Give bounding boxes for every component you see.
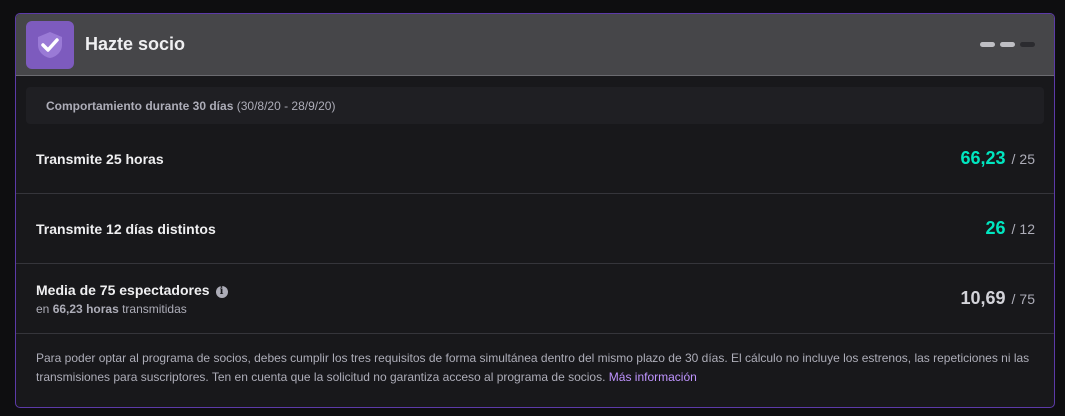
requirement-label: Media de 75 espectadores	[36, 281, 210, 298]
requirement-row-hours: Transmite 25 horas 66,23 / 25	[16, 124, 1054, 194]
value-separator: /	[1011, 291, 1016, 307]
info-icon[interactable]: i	[215, 285, 228, 298]
requirement-progress: 26 / 12	[986, 218, 1036, 239]
disclaimer-body: Para poder optar al programa de socios, …	[36, 351, 1030, 384]
subtext-hours: 66,23 horas	[52, 301, 119, 316]
requirement-label-wrap: Media de 75 espectadores i	[36, 282, 228, 298]
card-title: Hazte socio	[85, 34, 186, 54]
value-separator: /	[1011, 151, 1016, 167]
period-banner: Comportamiento durante 30 días (30/8/20 …	[26, 87, 1044, 124]
requirement-target-value: 75	[1019, 291, 1035, 307]
more-info-link[interactable]: Más información	[609, 370, 697, 384]
requirement-text: Media de 75 espectadores i en 66,23 horas…	[36, 282, 228, 316]
period-label: Comportamiento durante 30 días	[46, 98, 234, 113]
requirement-current-value: 26	[985, 218, 1006, 238]
check-shield-icon	[26, 20, 74, 69]
requirement-label: Transmite 12 días distintos	[36, 220, 216, 237]
progress-step-incomplete	[1020, 42, 1035, 47]
requirement-target-value: 25	[1019, 151, 1035, 167]
disclaimer-text: Para poder optar al programa de socios, …	[16, 334, 1054, 387]
requirement-target-value: 12	[1019, 221, 1035, 237]
subtext-suffix: transmitidas	[122, 301, 187, 316]
requirement-row-viewers: Media de 75 espectadores i en 66,23 horas…	[16, 264, 1054, 334]
partner-progress-card: Hazte socio Comportamiento durante 30 dí…	[15, 13, 1055, 408]
progress-step-complete	[1000, 42, 1015, 47]
card-header: Hazte socio	[16, 14, 1054, 76]
subtext-prefix: en	[36, 301, 50, 316]
value-separator: /	[1011, 221, 1016, 237]
period-range: (30/8/20 - 28/9/20)	[236, 98, 336, 113]
progress-step-complete	[980, 42, 995, 47]
requirement-progress: 10,69 / 75	[960, 288, 1035, 309]
requirement-current-value: 66,23	[960, 148, 1006, 168]
requirement-current-value: 10,69	[960, 288, 1006, 308]
requirement-progress: 66,23 / 25	[960, 148, 1035, 169]
step-progress-indicator	[980, 42, 1035, 47]
requirement-subtext: en 66,23 horas transmitidas	[36, 302, 228, 316]
requirement-label: Transmite 25 horas	[36, 150, 164, 167]
requirement-row-days: Transmite 12 días distintos 26 / 12	[16, 194, 1054, 264]
